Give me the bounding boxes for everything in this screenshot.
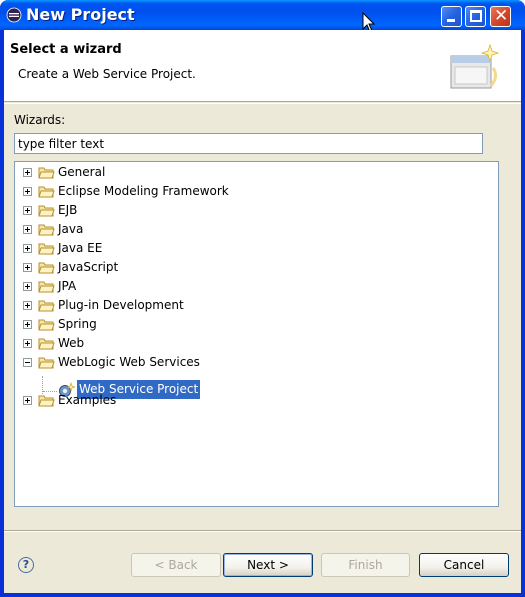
folder-icon: [38, 167, 55, 179]
wizard-banner-icon: [450, 44, 499, 89]
page-description: Create a Web Service Project.: [18, 67, 196, 81]
expand-icon[interactable]: [23, 263, 32, 272]
collapse-icon[interactable]: [23, 358, 32, 367]
expand-icon[interactable]: [23, 301, 32, 310]
tree-item-label: WebLogic Web Services: [58, 355, 200, 369]
tree-item-label: JPA: [58, 279, 77, 293]
folder-icon: [38, 186, 55, 198]
maximize-icon: [470, 10, 482, 22]
tree-item-label: Java: [58, 222, 84, 236]
eclipse-icon: [6, 7, 22, 23]
tree-item-eclipse-modeling-framework[interactable]: Eclipse Modeling Framework: [15, 182, 485, 201]
tree-item-label: JavaScript: [58, 260, 119, 274]
tree-item-java[interactable]: Java: [15, 220, 485, 239]
tree-item-label: Web: [58, 336, 85, 350]
tree-item-label: Spring: [58, 317, 97, 331]
maximize-button[interactable]: [465, 6, 486, 27]
title-bar[interactable]: New Project ✕: [0, 0, 525, 33]
tree-item-javascript[interactable]: JavaScript: [15, 258, 485, 277]
expand-icon[interactable]: [23, 244, 32, 253]
folder-icon: [38, 262, 55, 274]
wizard-tree[interactable]: General Eclipse Modeling Framework EJB J…: [14, 161, 499, 507]
tree-item-ejb[interactable]: EJB: [15, 201, 485, 220]
folder-icon: [38, 243, 55, 255]
folder-icon: [38, 300, 55, 312]
tree-item-label: Eclipse Modeling Framework: [58, 184, 229, 198]
next-button[interactable]: Next >: [223, 553, 313, 577]
tree-item-web[interactable]: Web: [15, 334, 485, 353]
folder-icon: [38, 224, 55, 236]
tree-item-label: Plug-in Development: [58, 298, 184, 312]
tree-item-label: EJB: [58, 203, 78, 217]
wizards-label: Wizards:: [14, 113, 66, 127]
finish-button[interactable]: Finish: [321, 553, 410, 577]
tree-item-java-ee[interactable]: Java EE: [15, 239, 485, 258]
tree-item-label: Java EE: [58, 241, 103, 255]
close-button[interactable]: ✕: [490, 6, 511, 27]
folder-icon: [38, 395, 55, 407]
folder-icon: [38, 205, 55, 217]
back-button[interactable]: < Back: [131, 553, 221, 577]
page-title: Select a wizard: [10, 42, 122, 57]
window-title: New Project: [26, 5, 135, 24]
dialog-body: Select a wizard Create a Web Service Pro…: [4, 30, 521, 593]
folder-icon: [38, 281, 55, 293]
minimize-icon: [447, 19, 455, 22]
expand-icon[interactable]: [23, 187, 32, 196]
expand-icon[interactable]: [23, 168, 32, 177]
close-icon: ✕: [494, 6, 509, 26]
open-folder-icon: [38, 357, 55, 369]
tree-item-jpa[interactable]: JPA: [15, 277, 485, 296]
tree-item-label: General: [58, 165, 106, 179]
expand-icon[interactable]: [23, 339, 32, 348]
new-project-window: New Project ✕ Select a wizard Create a W…: [0, 0, 525, 597]
tree-item-plug-in-development[interactable]: Plug-in Development: [15, 296, 485, 315]
folder-icon: [38, 319, 55, 331]
tree-item-general[interactable]: General: [15, 163, 485, 182]
minimize-button[interactable]: [441, 6, 462, 27]
folder-icon: [38, 338, 55, 350]
expand-icon[interactable]: [23, 206, 32, 215]
header-separator: [4, 103, 521, 104]
help-button[interactable]: ?: [18, 557, 34, 573]
tree-item-examples[interactable]: Examples: [15, 391, 485, 410]
filter-input[interactable]: [14, 133, 483, 154]
tree-item-spring[interactable]: Spring: [15, 315, 485, 334]
button-bar-separator: [4, 530, 521, 532]
cancel-button[interactable]: Cancel: [419, 553, 509, 577]
tree-item-label: Examples: [58, 393, 117, 407]
tree-item-weblogic-web-services[interactable]: WebLogic Web Services: [15, 353, 485, 372]
expand-icon[interactable]: [23, 320, 32, 329]
wizard-header: Select a wizard Create a Web Service Pro…: [4, 30, 521, 102]
expand-icon[interactable]: [23, 282, 32, 291]
expand-icon[interactable]: [23, 396, 32, 405]
expand-icon[interactable]: [23, 225, 32, 234]
